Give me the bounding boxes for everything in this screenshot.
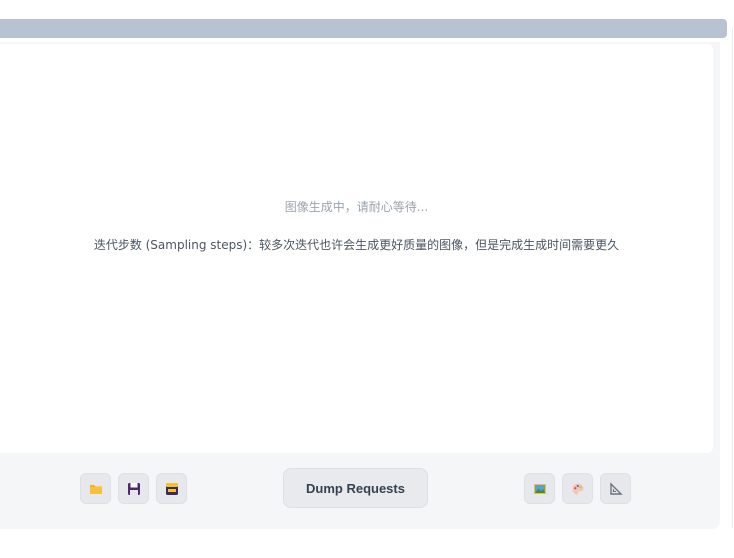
save-zip-icon <box>165 482 179 496</box>
open-folder-button[interactable] <box>80 473 111 504</box>
open-folder-icon <box>89 483 103 495</box>
send-to-extras-icon <box>609 481 623 496</box>
save-icon <box>127 482 141 496</box>
save-button[interactable] <box>118 473 149 504</box>
send-to-img2img-button[interactable] <box>524 473 555 504</box>
send-to-inpaint-button[interactable] <box>562 473 593 504</box>
panel-border <box>732 28 733 528</box>
send-to-extras-button[interactable] <box>600 473 631 504</box>
send-to-inpaint-icon <box>571 482 585 496</box>
generation-status-text: 图像生成中，请耐心等待... <box>284 200 429 214</box>
save-zip-button[interactable] <box>156 473 187 504</box>
dump-requests-button[interactable]: Dump Requests <box>283 468 428 508</box>
sampling-steps-hint: 迭代步数 (Sampling steps)：较多次迭代也许会生成更好质量的图像，… <box>93 238 620 252</box>
image-gallery: 图像生成中，请耐心等待... 迭代步数 (Sampling steps)：较多次… <box>0 44 713 453</box>
progress-bar <box>0 19 727 38</box>
send-to-img2img-icon <box>533 482 547 496</box>
